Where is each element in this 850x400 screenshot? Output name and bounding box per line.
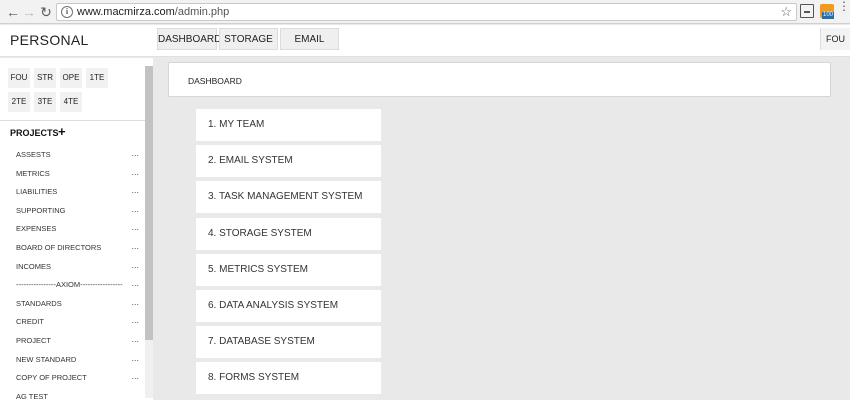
system-card-label: 5. METRICS SYSTEM — [208, 263, 309, 275]
project-item-board-of-directors[interactable]: BOARD OF DIRECTORS... — [0, 241, 145, 260]
quick-tag-3te[interactable]: 3TE — [34, 92, 56, 112]
more-options-icon[interactable]: ... — [131, 297, 139, 307]
system-card-database-system[interactable]: 7. DATABASE SYSTEM — [196, 326, 381, 359]
project-label: LIABILITIES — [16, 187, 58, 197]
quick-tag-1te[interactable]: 1TE — [86, 68, 108, 88]
tab-email[interactable]: EMAIL — [280, 28, 339, 50]
more-options-icon[interactable]: ... — [131, 148, 139, 158]
project-label: INCOMES — [16, 261, 52, 271]
project-item-axiom-separator[interactable]: ----------------AXIOM-----------------..… — [0, 278, 145, 297]
system-card-my-team[interactable]: 1. MY TEAM — [196, 109, 381, 141]
quick-tag-4te[interactable]: 4TE — [60, 92, 82, 112]
info-icon[interactable]: i — [61, 6, 73, 18]
project-label: CREDIT — [16, 317, 44, 327]
url-text: www.macmirza.com/admin.php — [77, 6, 229, 18]
user-chip[interactable]: FOU — [820, 28, 850, 50]
forward-arrow-icon[interactable]: → — [20, 2, 38, 22]
project-label: SUPPORTING — [16, 205, 66, 215]
more-options-icon[interactable]: ... — [131, 371, 139, 381]
system-card-storage-system[interactable]: 4. STORAGE SYSTEM — [196, 217, 381, 250]
project-label: EXPENSES — [16, 224, 57, 234]
add-project-plus-icon[interactable]: + — [58, 125, 66, 139]
system-card-data-analysis-system[interactable]: 6. DATA ANALYSIS SYSTEM — [196, 289, 381, 322]
main-content: DASHBOARD 1. MY TEAM 2. EMAIL SYSTEM 3. … — [153, 58, 850, 400]
system-card-label: 2. EMAIL SYSTEM — [208, 155, 293, 167]
more-options-icon[interactable]: ... — [131, 222, 139, 232]
dashboard-panel: DASHBOARD — [168, 62, 831, 97]
bookmark-star-icon[interactable]: ☆ — [780, 4, 792, 20]
project-label: METRICS — [16, 168, 50, 178]
quick-tag-2te[interactable]: 2TE — [8, 92, 30, 112]
project-label: BOARD OF DIRECTORS — [16, 242, 102, 252]
browser-menu-icon[interactable]: ⋮ — [838, 0, 850, 12]
sidebar: FOU STR OPE 1TE 2TE 3TE 4TE PROJECTS + A… — [0, 58, 153, 400]
project-item-expenses[interactable]: EXPENSES... — [0, 222, 145, 241]
quick-tag-fou[interactable]: FOU — [8, 68, 30, 88]
system-card-forms-system[interactable]: 8. FORMS SYSTEM — [196, 362, 381, 395]
system-card-label: 7. DATABASE SYSTEM — [208, 336, 315, 348]
dashboard-panel-title: DASHBOARD — [188, 76, 242, 86]
quick-tag-str[interactable]: STR — [34, 68, 56, 88]
more-options-icon[interactable]: ... — [131, 315, 139, 325]
extension-doc-icon[interactable] — [800, 4, 814, 18]
project-label: ASSESTS — [16, 150, 51, 159]
app-header: PERSONAL DASHBOARD STORAGE EMAIL FOU — [0, 25, 850, 57]
system-card-task-management-system[interactable]: 3. TASK MANAGEMENT SYSTEM — [196, 181, 381, 214]
brand-title[interactable]: PERSONAL — [10, 32, 89, 48]
project-item-ag-test[interactable]: AG TEST — [0, 390, 145, 400]
project-label: COPY OF PROJECT — [16, 373, 87, 383]
project-item-metrics[interactable]: METRICS... — [0, 167, 145, 186]
more-options-icon[interactable]: ... — [131, 241, 139, 251]
reload-icon[interactable]: ↻ — [37, 2, 55, 22]
project-label: NEW STANDARD — [16, 354, 77, 364]
project-item-incomes[interactable]: INCOMES... — [0, 260, 145, 279]
project-item-assests[interactable]: ASSESTS... — [0, 148, 145, 167]
tab-storage[interactable]: STORAGE — [219, 28, 278, 50]
project-label: PROJECT — [16, 335, 52, 345]
sidebar-divider — [0, 120, 145, 121]
sidebar-scrollbar[interactable] — [145, 66, 153, 398]
url-path: /admin.php — [174, 6, 230, 18]
project-item-credit[interactable]: CREDIT... — [0, 315, 145, 334]
project-label: STANDARDS — [16, 298, 62, 308]
rss-extension-icon[interactable]: 100 — [820, 4, 835, 19]
project-item-new-standard[interactable]: NEW STANDARD... — [0, 353, 145, 372]
tab-dashboard[interactable]: DASHBOARD — [157, 28, 221, 50]
system-card-metrics-system[interactable]: 5. METRICS SYSTEM — [196, 253, 381, 286]
system-card-label: 4. STORAGE SYSTEM — [208, 227, 312, 239]
systems-list: 1. MY TEAM 2. EMAIL SYSTEM 3. TASK MANAG… — [196, 109, 381, 399]
more-options-icon[interactable]: ... — [131, 185, 139, 195]
project-label: AG TEST — [16, 391, 48, 400]
more-options-icon[interactable]: ... — [131, 167, 139, 177]
project-item-standards[interactable]: STANDARDS... — [0, 297, 145, 316]
project-item-supporting[interactable]: SUPPORTING... — [0, 204, 145, 223]
system-card-label: 8. FORMS SYSTEM — [208, 372, 300, 384]
system-card-label: 3. TASK MANAGEMENT SYSTEM — [208, 191, 363, 203]
more-options-icon[interactable]: ... — [131, 278, 139, 288]
browser-toolbar: ← → ↻ i www.macmirza.com/admin.php ☆ 100… — [0, 0, 850, 24]
project-item-project[interactable]: PROJECT... — [0, 334, 145, 353]
url-host: www.macmirza.com — [77, 6, 175, 18]
address-bar[interactable]: i www.macmirza.com/admin.php ☆ — [56, 3, 797, 21]
project-list: ASSESTS... METRICS... LIABILITIES... SUP… — [0, 148, 145, 400]
projects-heading: PROJECTS — [10, 128, 59, 138]
more-options-icon[interactable]: ... — [131, 353, 139, 363]
quick-tag-ope[interactable]: OPE — [60, 68, 82, 88]
more-options-icon[interactable]: ... — [131, 334, 139, 344]
project-item-liabilities[interactable]: LIABILITIES... — [0, 185, 145, 204]
rss-badge: 100 — [822, 12, 835, 19]
system-card-label: 6. DATA ANALYSIS SYSTEM — [208, 299, 339, 311]
more-options-icon[interactable]: ... — [131, 260, 139, 270]
system-card-label: 1. MY TEAM — [208, 119, 265, 130]
project-label: ----------------AXIOM----------------- — [16, 280, 123, 290]
system-card-email-system[interactable]: 2. EMAIL SYSTEM — [196, 145, 381, 178]
more-options-icon[interactable]: ... — [131, 204, 139, 214]
project-item-copy-of-project[interactable]: COPY OF PROJECT... — [0, 371, 145, 390]
sidebar-scrollbar-thumb[interactable] — [145, 66, 153, 340]
